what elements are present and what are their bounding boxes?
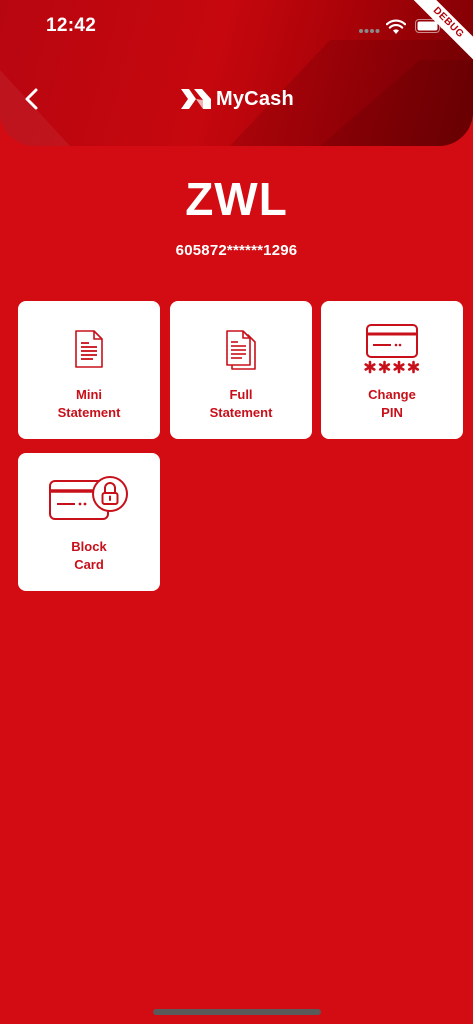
tile-label: Mini Statement [57,387,121,420]
mini-statement-tile[interactable]: Mini Statement [18,301,160,439]
block-card-tile[interactable]: Block Card [18,453,160,591]
brand-name: MyCash [216,87,294,110]
home-indicator[interactable] [153,1009,321,1015]
card-number: 605872******1296 [175,242,298,259]
documents-stack-icon [226,330,256,370]
tile-label: Full Statement [209,387,273,420]
document-icon [75,330,103,368]
brand-logo: MyCash [180,86,294,112]
debug-label: DEBUG [403,0,473,68]
back-button[interactable] [16,82,50,116]
mycash-logo-icon [181,89,211,109]
change-pin-tile[interactable]: Change PIN [321,301,463,439]
full-statement-tile[interactable]: Full Statement [170,301,312,439]
card-lock-icon [49,476,128,520]
card-pin-icon [364,324,420,374]
currency-title: ZWL [185,173,288,225]
debug-banner: DEBUG [393,0,473,80]
tile-label: Change PIN [368,387,416,420]
signal-dots-icon [359,29,380,33]
tile-label: Block Card [71,539,107,572]
status-time: 12:42 [46,15,97,36]
